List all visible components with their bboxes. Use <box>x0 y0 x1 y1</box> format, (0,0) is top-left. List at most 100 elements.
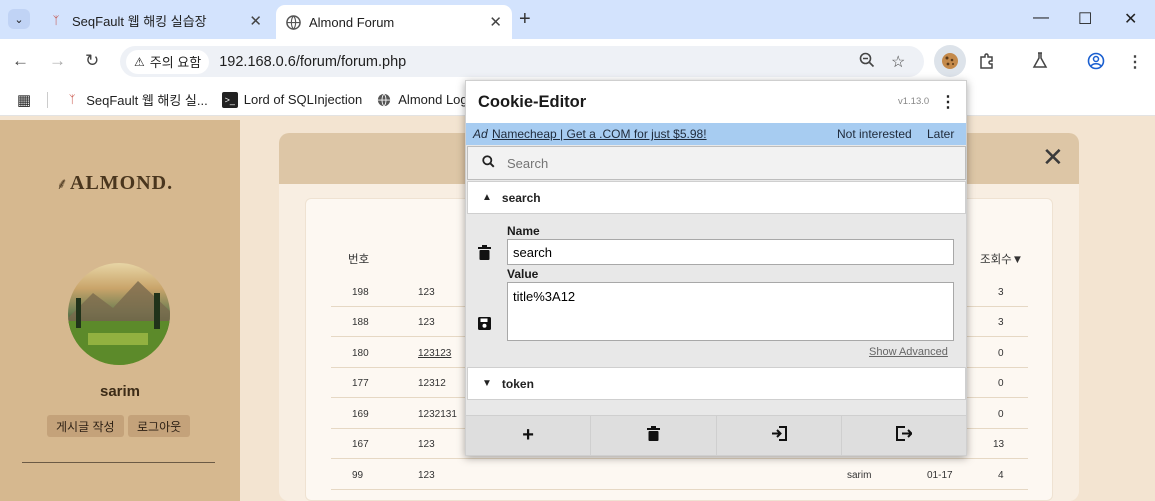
cookie-header-token[interactable]: ▼ token <box>467 367 966 400</box>
cell-views: 4 <box>998 470 1004 481</box>
reload-icon[interactable]: ↻ <box>85 51 99 71</box>
cell-author: sarim <box>847 470 872 481</box>
cell-views: 0 <box>998 348 1004 359</box>
export-icon <box>895 425 913 446</box>
new-tab-button[interactable]: + <box>519 8 531 31</box>
import-button[interactable] <box>717 416 842 455</box>
cell-views: 13 <box>993 439 1005 450</box>
window-close-icon[interactable]: ✕ <box>1124 9 1137 29</box>
search-icon <box>482 155 495 171</box>
minimize-icon[interactable]: — <box>1033 9 1049 27</box>
back-icon[interactable]: ← <box>12 51 29 71</box>
cookie-search-box <box>467 146 966 180</box>
almond-logo[interactable]: ⸙ALMOND. <box>56 172 173 195</box>
globe-icon <box>285 14 301 30</box>
address-bar[interactable]: ⚠ 주의 요함 192.168.0.6/forum/forum.php <box>120 46 924 77</box>
bookmark-label: SeqFault 웹 해킹 실... <box>86 93 208 108</box>
cookie-editor-title: Cookie-Editor <box>478 93 587 111</box>
cell-number: 177 <box>352 378 369 389</box>
warning-icon: ⚠ <box>134 54 145 69</box>
cell-views: 3 <box>998 317 1004 328</box>
cookie-name-input[interactable] <box>507 239 954 265</box>
trash-icon <box>646 425 660 446</box>
cell-title[interactable]: 123123 <box>418 348 451 359</box>
security-chip[interactable]: ⚠ 주의 요함 <box>126 49 210 74</box>
name-label: Name <box>507 224 540 238</box>
terminal-icon: >_ <box>221 91 238 108</box>
tab-seqfault[interactable]: ᛉ SeqFault 웹 해킹 실습장 ✕ <box>40 5 272 36</box>
extensions-puzzle-icon[interactable] <box>978 52 996 75</box>
add-cookie-button[interactable]: + <box>466 416 592 455</box>
cell-number: 180 <box>352 348 369 359</box>
seqfault-icon: ᛉ <box>68 93 76 106</box>
forward-icon[interactable]: → <box>49 51 66 71</box>
tab-search-chevron-icon[interactable]: ⌄ <box>8 9 30 29</box>
cell-number: 167 <box>352 439 369 450</box>
url-text[interactable]: 192.168.0.6/forum/forum.php <box>219 54 406 70</box>
ad-banner: Ad Namecheap | Get a .COM for just $5.98… <box>466 123 966 145</box>
bookmark-almond-login[interactable]: Almond Login <box>376 92 478 108</box>
delete-cookie-icon[interactable] <box>478 245 491 263</box>
bookmark-label: Lord of SQLInjection <box>243 92 363 107</box>
bookmark-seqfault[interactable]: ᛉ SeqFault 웹 해킹 실... <box>64 90 208 109</box>
cell-number: 169 <box>352 409 369 420</box>
chevron-down-icon: ▼ <box>482 378 492 389</box>
ad-link[interactable]: Namecheap | Get a .COM for just $5.98! <box>492 127 707 141</box>
show-advanced-link[interactable]: Show Advanced <box>869 346 948 358</box>
write-post-button[interactable]: 게시글 작성 <box>47 415 124 437</box>
import-icon <box>771 425 787 446</box>
labs-flask-icon[interactable] <box>1032 52 1048 73</box>
cell-title[interactable]: 12312 <box>418 378 446 389</box>
bookmark-lord-of-sqli[interactable]: >_ Lord of SQLInjection <box>221 91 363 108</box>
globe-icon <box>376 92 392 108</box>
cell-views: 0 <box>998 409 1004 420</box>
later-link[interactable]: Later <box>927 127 954 141</box>
bookmark-star-icon[interactable]: ☆ <box>891 52 905 72</box>
more-options-icon[interactable]: ⋮ <box>940 92 956 112</box>
cell-number: 188 <box>352 317 369 328</box>
cell-title[interactable]: 123 <box>418 439 435 450</box>
cookie-editor-footer: + <box>466 415 966 455</box>
cell-views: 0 <box>998 378 1004 389</box>
save-cookie-icon[interactable] <box>478 317 491 333</box>
security-chip-label: 주의 요함 <box>149 55 202 70</box>
cookie-editor-extension-icon[interactable] <box>934 45 966 77</box>
cookie-header-search[interactable]: ▲ search <box>467 181 966 214</box>
seqfault-icon: ᛉ <box>52 14 60 27</box>
profile-avatar-icon[interactable] <box>1087 52 1105 75</box>
cell-title[interactable]: 123 <box>418 317 435 328</box>
cell-title[interactable]: 1232131 <box>418 409 457 420</box>
table-row[interactable]: 99 123 sarim 01-17 4 <box>331 460 1028 490</box>
zoom-icon[interactable] <box>859 52 875 73</box>
col-header-views[interactable]: 조회수▼ <box>980 251 1023 267</box>
cell-title[interactable]: 123 <box>418 470 435 481</box>
cell-number: 99 <box>352 470 364 481</box>
cell-title[interactable]: 123 <box>418 287 435 298</box>
value-label: Value <box>507 267 539 281</box>
profile-avatar <box>68 263 170 365</box>
username: sarim <box>99 383 141 400</box>
cell-views: 3 <box>998 287 1004 298</box>
maximize-icon[interactable]: ☐ <box>1078 9 1092 29</box>
cookie-editor-header: Cookie-Editor v1.13.0 ⋮ <box>466 81 966 123</box>
logo-sprig-icon: ⸙ <box>56 176 70 193</box>
tab-almond-forum[interactable]: Almond Forum ✕ <box>276 5 512 39</box>
not-interested-link[interactable]: Not interested <box>837 127 912 141</box>
col-header-number: 번호 <box>348 254 370 266</box>
close-tab-icon[interactable]: ✕ <box>489 13 502 31</box>
close-icon[interactable]: ✕ <box>1042 142 1064 173</box>
ad-tag: Ad <box>473 127 488 141</box>
delete-all-button[interactable] <box>591 416 717 455</box>
cookie-editor-popup: Cookie-Editor v1.13.0 ⋮ Ad Namecheap | G… <box>465 80 967 456</box>
cookie-value-input[interactable]: title%3A12 <box>507 282 954 341</box>
cookie-name: token <box>501 376 534 391</box>
tab-title: Almond Forum <box>309 14 395 30</box>
close-tab-icon[interactable]: ✕ <box>249 12 262 30</box>
logout-button[interactable]: 로그아웃 <box>128 415 191 437</box>
cookie-name: search <box>501 190 541 205</box>
version-label: v1.13.0 <box>898 96 930 107</box>
apps-grid-icon[interactable]: ▦ <box>17 91 31 109</box>
export-button[interactable] <box>842 416 966 455</box>
cookie-search-input[interactable] <box>507 155 947 171</box>
chrome-menu-icon[interactable]: ⋮ <box>1127 52 1143 72</box>
